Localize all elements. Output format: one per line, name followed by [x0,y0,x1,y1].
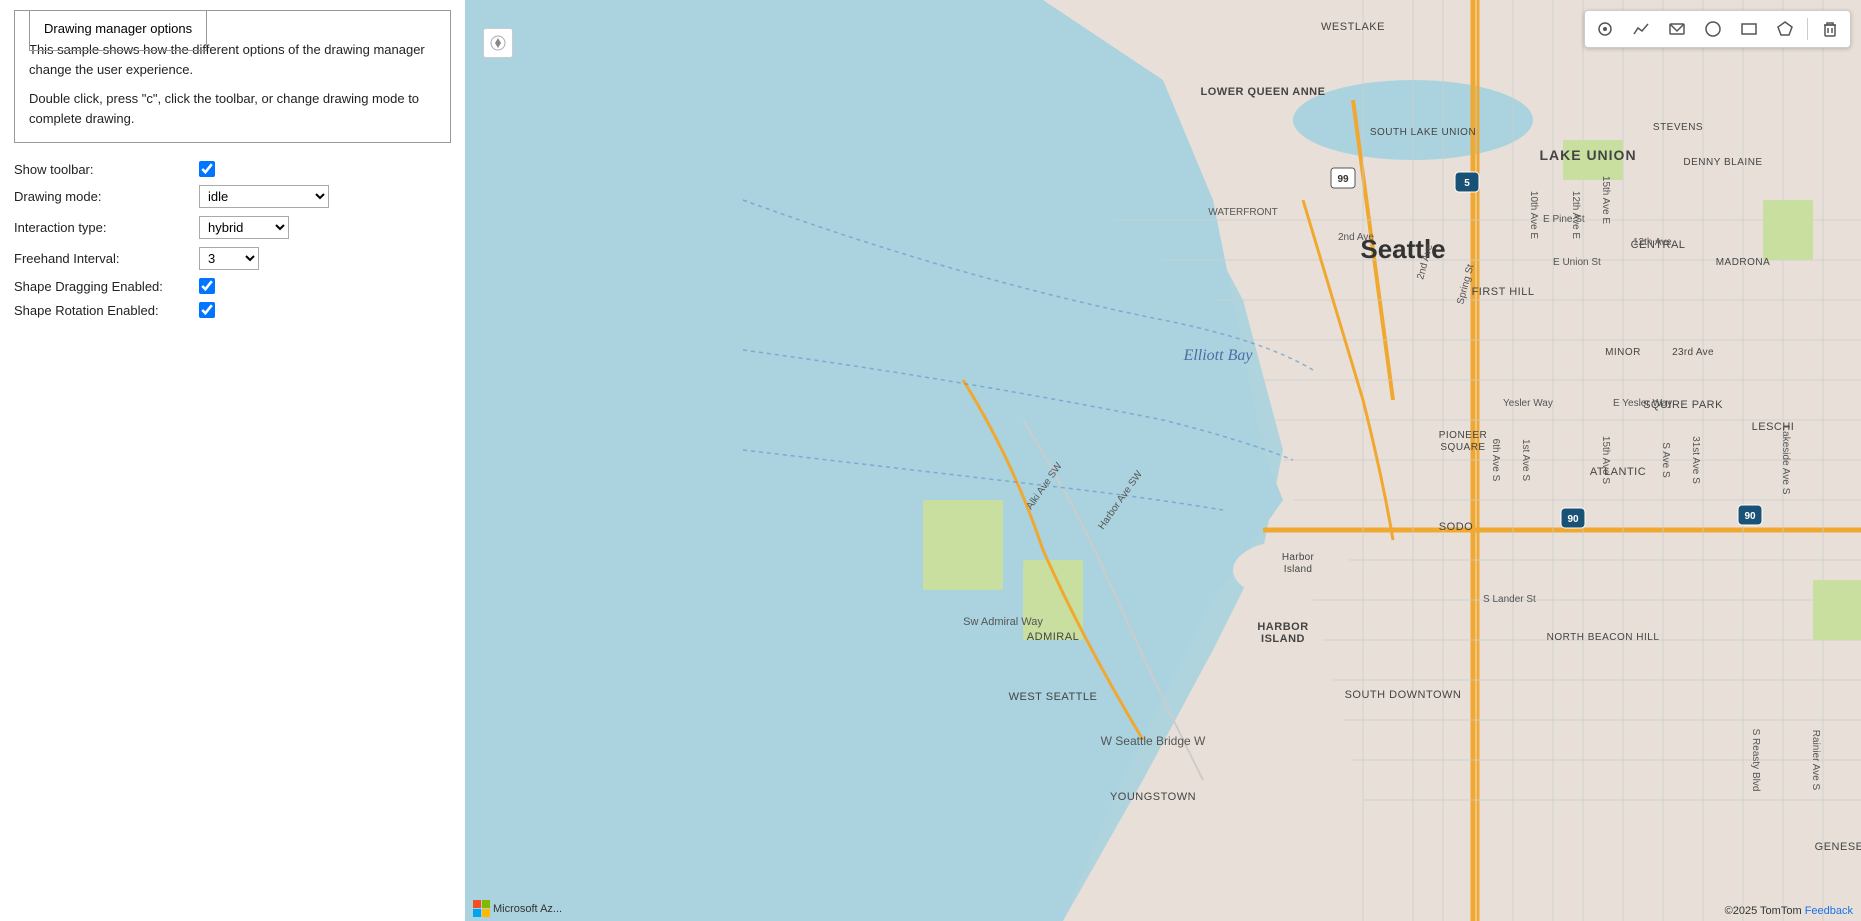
toolbar-line-btn[interactable] [1627,15,1655,43]
interaction-type-row: Interaction type: hybrid click freehand [14,216,451,239]
svg-text:W Seattle Bridge W: W Seattle Bridge W [1101,734,1206,748]
svg-text:E Union St: E Union St [1553,257,1601,268]
svg-text:LOWER QUEEN ANNE: LOWER QUEEN ANNE [1201,86,1326,98]
ms-sq-green [482,900,490,908]
toolbar-freehand-btn[interactable] [1771,15,1799,43]
shape-rotation-label: Shape Rotation Enabled: [14,303,199,318]
svg-text:90: 90 [1744,511,1756,522]
freehand-interval-select[interactable]: 1 2 3 4 5 [199,247,259,270]
options-box-legend: Drawing manager options [29,10,207,51]
svg-text:2nd Ave: 2nd Ave [1338,232,1374,243]
toolbar-rectangle-btn[interactable] [1735,15,1763,43]
show-toolbar-checkbox[interactable] [199,161,215,177]
svg-text:WESTLAKE: WESTLAKE [1321,21,1385,33]
svg-text:NORTH BEACON HILL: NORTH BEACON HILL [1547,632,1660,643]
map-area[interactable]: 5 99 90 90 Elliott Bay Seattle LAKE UNIO… [465,0,1861,921]
shape-dragging-row: Shape Dragging Enabled: [14,278,451,294]
freehand-interval-label: Freehand Interval: [14,251,199,266]
svg-text:ISLAND: ISLAND [1261,633,1305,645]
svg-text:1st Ave S: 1st Ave S [1520,439,1531,481]
svg-text:E Yesler Way: E Yesler Way [1613,398,1672,409]
show-toolbar-row: Show toolbar: [14,161,451,177]
svg-text:SODO: SODO [1439,521,1473,533]
svg-text:23rd Ave: 23rd Ave [1672,347,1714,358]
svg-text:10th Ave E: 10th Ave E [1528,191,1539,240]
svg-text:5: 5 [1464,178,1470,189]
svg-text:31st Ave S: 31st Ave S [1690,436,1701,484]
svg-text:Harbor: Harbor [1282,552,1315,563]
svg-text:15th Ave S: 15th Ave S [1600,436,1611,485]
svg-text:Lakeside Ave S: Lakeside Ave S [1780,426,1791,495]
svg-text:12th Ave: 12th Ave [1633,237,1672,248]
svg-text:GENESEE: GENESEE [1815,841,1861,853]
svg-text:LAKE UNION: LAKE UNION [1539,147,1636,163]
shape-dragging-label: Shape Dragging Enabled: [14,279,199,294]
svg-text:Sw Admiral Way: Sw Admiral Way [963,616,1043,628]
svg-text:99: 99 [1337,174,1349,185]
svg-text:MADRONA: MADRONA [1716,257,1771,268]
svg-text:WEST SEATTLE: WEST SEATTLE [1009,691,1098,703]
shape-dragging-checkbox[interactable] [199,278,215,294]
options-box: Drawing manager options This sample show… [14,10,451,143]
svg-text:S Ave S: S Ave S [1660,442,1671,478]
svg-text:15th Ave E: 15th Ave E [1600,176,1611,225]
shape-rotation-row: Shape Rotation Enabled: [14,302,451,318]
svg-text:FIRST HILL: FIRST HILL [1472,286,1535,298]
toolbar-circle-btn[interactable] [1699,15,1727,43]
toolbar-delete-btn[interactable] [1816,15,1844,43]
interaction-type-label: Interaction type: [14,220,199,235]
toolbar-polygon-btn[interactable] [1663,15,1691,43]
drawing-mode-select[interactable]: idle draw-line draw-polygon draw-circle … [199,185,329,208]
svg-text:STEVENS: STEVENS [1653,122,1703,133]
svg-text:DENNY BLAINE: DENNY BLAINE [1683,157,1762,168]
svg-text:Island: Island [1284,564,1313,575]
svg-text:90: 90 [1567,514,1579,525]
microsoft-text: Microsoft Az... [493,903,562,915]
shape-rotation-checkbox[interactable] [199,302,215,318]
toolbar-point-btn[interactable] [1591,15,1619,43]
svg-text:E Pine St: E Pine St [1543,214,1585,225]
svg-text:Rainier Ave S: Rainier Ave S [1810,730,1821,791]
svg-text:YOUNGSTOWN: YOUNGSTOWN [1110,791,1196,803]
microsoft-logo: Microsoft Az... [473,900,562,917]
drawing-mode-label: Drawing mode: [14,189,199,204]
svg-text:SQUARE: SQUARE [1440,442,1485,453]
svg-text:S Lander St: S Lander St [1483,594,1536,605]
map-zoom-btn[interactable] [483,28,513,58]
left-panel: Drawing manager options This sample show… [0,0,465,921]
ms-sq-blue [473,909,481,917]
svg-text:HARBOR: HARBOR [1257,621,1308,633]
show-toolbar-label: Show toolbar: [14,162,199,177]
ms-sq-yellow [482,909,490,917]
svg-text:6th Ave S: 6th Ave S [1490,439,1501,482]
svg-text:Elliott Bay: Elliott Bay [1183,347,1254,364]
map-svg: 5 99 90 90 Elliott Bay Seattle LAKE UNIO… [465,0,1861,921]
attribution-text: ©2025 TomTom [1725,905,1802,917]
freehand-interval-row: Freehand Interval: 1 2 3 4 5 [14,247,451,270]
ms-sq-red [473,900,481,908]
toolbar-divider [1807,18,1808,40]
map-attribution: ©2025 TomTom Feedback [1725,905,1853,917]
svg-text:MINOR: MINOR [1605,347,1641,358]
feedback-link[interactable]: Feedback [1805,905,1853,917]
svg-text:S Reasty Blvd: S Reasty Blvd [1750,729,1761,792]
ms-logo-squares [473,900,490,917]
svg-text:WATERFRONT: WATERFRONT [1208,207,1277,218]
svg-text:Yesler Way: Yesler Way [1503,398,1553,409]
map-toolbar [1584,10,1851,48]
svg-text:PIONEER: PIONEER [1439,430,1488,441]
svg-text:SOUTH LAKE UNION: SOUTH LAKE UNION [1370,127,1476,138]
interaction-type-select[interactable]: hybrid click freehand [199,216,289,239]
description-2: Double click, press "c", click the toolb… [29,89,436,128]
svg-text:SOUTH DOWNTOWN: SOUTH DOWNTOWN [1345,689,1462,701]
svg-text:ATLANTIC: ATLANTIC [1590,466,1646,478]
svg-text:ADMIRAL: ADMIRAL [1027,631,1079,643]
drawing-mode-row: Drawing mode: idle draw-line draw-polygo… [14,185,451,208]
